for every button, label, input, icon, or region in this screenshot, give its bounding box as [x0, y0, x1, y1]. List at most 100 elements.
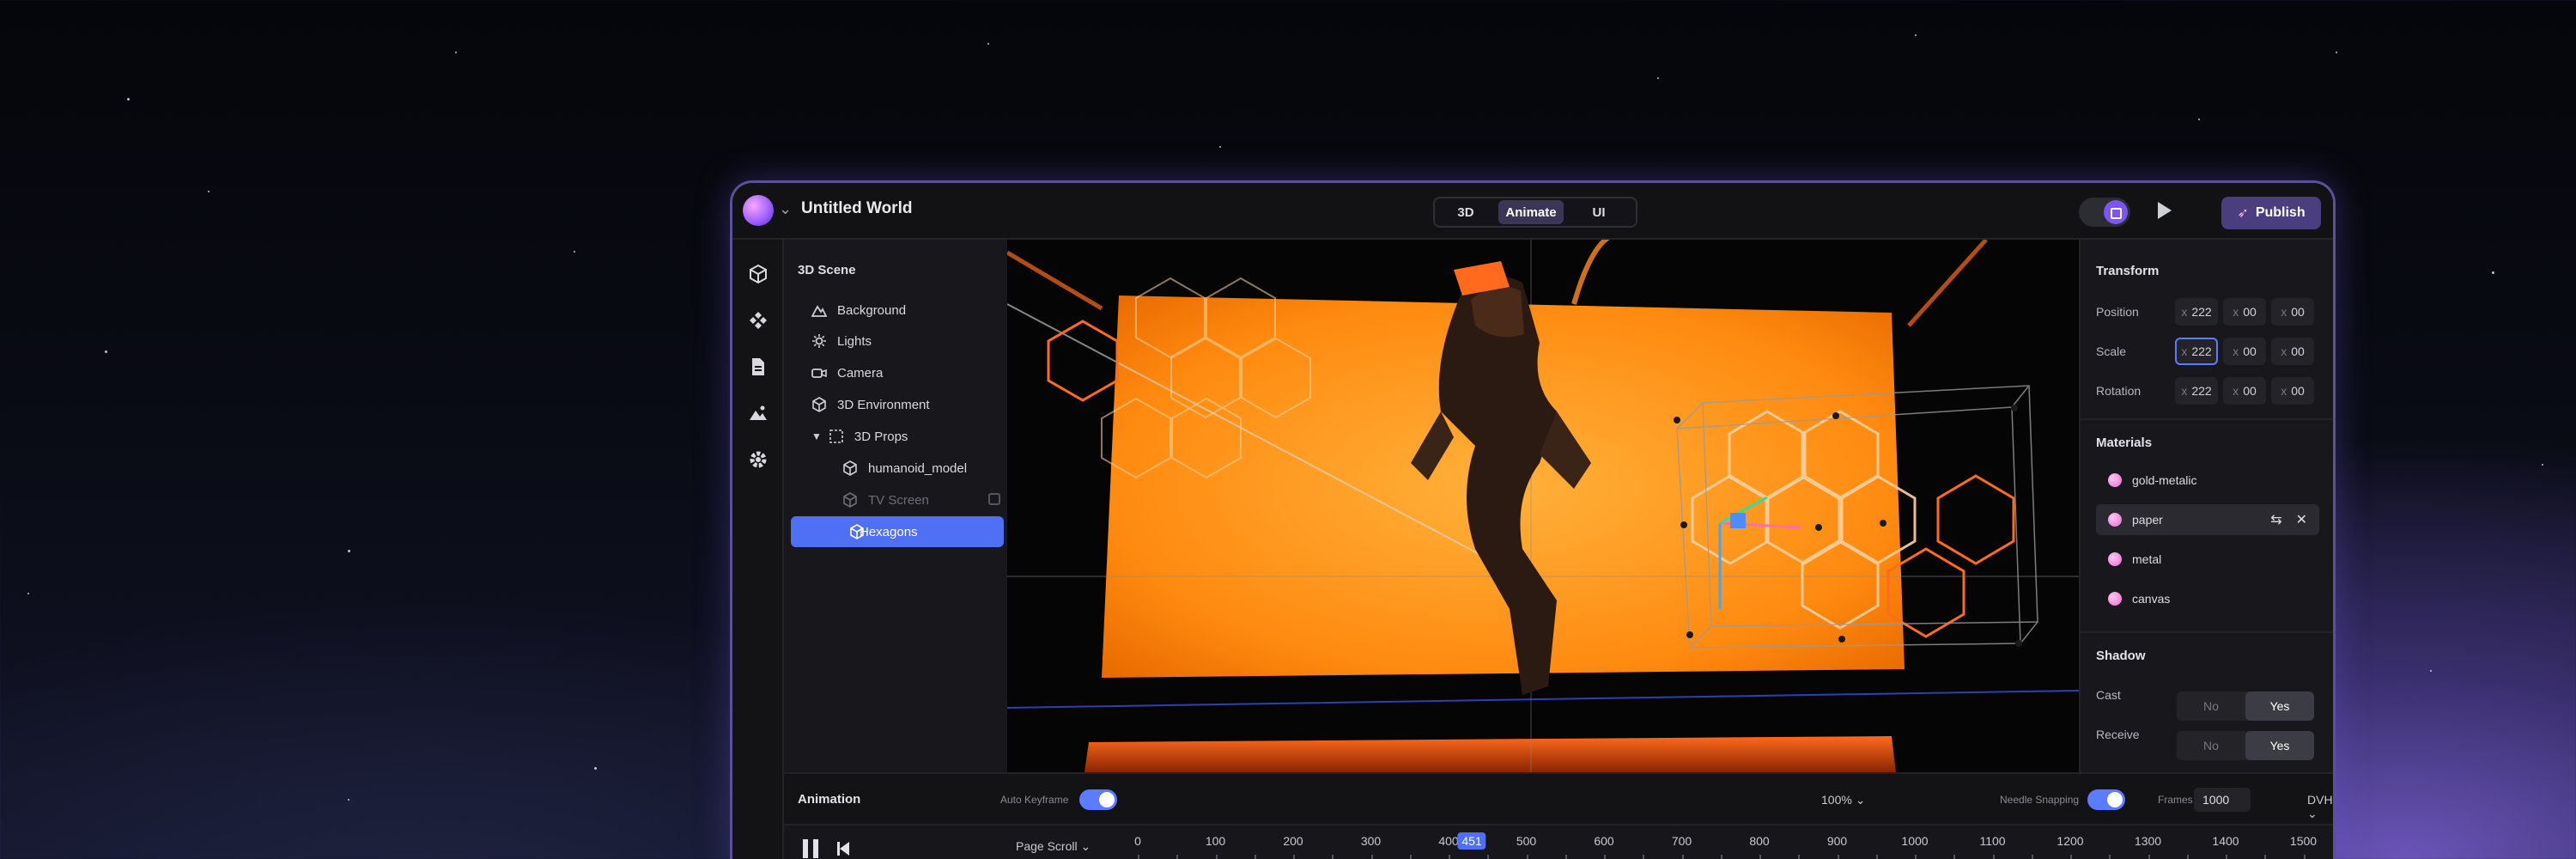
receive-no-option[interactable]: No	[2177, 731, 2245, 760]
close-icon[interactable]: ✕	[2296, 511, 2307, 528]
rotation-label: Rotation	[2096, 384, 2142, 398]
mode-animate-tab[interactable]: Animate	[1498, 200, 1564, 224]
tick-mark	[1720, 855, 1722, 859]
position-y-input[interactable]: x 00	[2223, 298, 2266, 326]
cube-icon[interactable]	[748, 264, 769, 284]
rotation-x-input[interactable]: x 222	[2175, 377, 2218, 405]
needle-snapping-toggle[interactable]	[2087, 789, 2125, 810]
pause-button[interactable]	[803, 839, 818, 858]
cast-yes-option[interactable]: Yes	[2245, 691, 2314, 721]
cast-shadow-toggle: No Yes	[2177, 691, 2314, 721]
tick-label: 1000	[1901, 834, 1929, 848]
skip-back-icon[interactable]	[837, 841, 849, 856]
frames-input[interactable]: 1000	[2194, 788, 2251, 812]
components-icon[interactable]	[748, 310, 769, 331]
tick-mark	[2264, 855, 2267, 859]
chevron-down-icon: ⌄	[1855, 793, 1866, 807]
scale-z-input[interactable]: x 00	[2271, 338, 2314, 365]
receive-yes-option[interactable]: Yes	[2245, 731, 2314, 760]
tree-item-label: TV Screen	[868, 492, 929, 508]
scale-y-input[interactable]: x 00	[2223, 338, 2266, 365]
group-icon	[829, 430, 843, 443]
tick-label: 1100	[1979, 834, 2006, 848]
mode-ui-tab[interactable]: UI	[1569, 200, 1629, 224]
tick-mark	[2303, 855, 2306, 859]
gear-icon[interactable]	[748, 449, 769, 470]
left-tool-rail	[732, 240, 784, 859]
project-title[interactable]: Untitled World	[801, 199, 912, 218]
scale-x-input[interactable]: x 222	[2175, 338, 2218, 365]
cube-icon	[850, 524, 864, 539]
chevron-down-icon: ⌄	[1080, 839, 1091, 853]
receive-shadow-toggle: No Yes	[2177, 731, 2314, 760]
material-canvas[interactable]: canvas	[2096, 583, 2319, 614]
tree-item-lights[interactable]: Lights	[811, 326, 872, 356]
tree-item-tv-screen[interactable]: TV Screen	[842, 484, 1024, 515]
cast-no-option[interactable]: No	[2177, 691, 2245, 721]
tree-item-hexagons[interactable]: Hexagons	[791, 516, 1004, 547]
image-icon[interactable]	[748, 403, 769, 423]
zoom-select[interactable]: 100% ⌄	[1821, 793, 1865, 807]
position-x-input[interactable]: x 222	[2175, 298, 2218, 326]
tree-item-background[interactable]: Background	[811, 295, 906, 326]
tick-mark	[1254, 855, 1256, 859]
tick-label: 500	[1516, 834, 1537, 848]
app-logo-icon[interactable]	[743, 195, 774, 226]
shadow-header: Shadow	[2096, 649, 2146, 663]
animation-header: Animation	[798, 792, 861, 807]
tick-mark	[1643, 855, 1645, 859]
playhead[interactable]: 451	[1457, 832, 1486, 850]
page-icon[interactable]	[748, 356, 769, 377]
tick-mark	[1604, 855, 1606, 859]
material-paper[interactable]: paper ⇆ ✕	[2096, 504, 2319, 535]
tick-mark	[2070, 855, 2072, 859]
unit-select[interactable]: DVH ⌄	[2307, 793, 2333, 821]
play-preview-button[interactable]	[2158, 202, 2172, 219]
caret-down-icon[interactable]: ▼	[811, 430, 822, 442]
position-z-input[interactable]: x 00	[2271, 298, 2314, 326]
record-toggle[interactable]	[2079, 198, 2130, 227]
material-swatch-icon	[2108, 592, 2122, 606]
publish-button[interactable]: ➶ Publish	[2221, 197, 2321, 229]
sun-icon	[812, 334, 826, 348]
tree-item-label: Lights	[837, 333, 872, 349]
tick-mark	[1681, 855, 1684, 859]
auto-keyframe-toggle[interactable]	[1079, 789, 1117, 810]
swap-icon[interactable]: ⇆	[2270, 511, 2281, 528]
page-scroll-select[interactable]: Page Scroll ⌄	[1016, 839, 1091, 854]
tick-mark	[1332, 855, 1334, 859]
tick-mark	[1798, 855, 1801, 859]
tick-mark	[1370, 855, 1373, 859]
divider	[2081, 631, 2333, 633]
tick-label: 600	[1594, 834, 1614, 848]
tick-mark	[2109, 855, 2111, 859]
material-gold-metalic[interactable]: gold-metalic	[2096, 465, 2319, 496]
rotation-y-input[interactable]: x 00	[2223, 377, 2266, 405]
cube-icon	[843, 492, 857, 508]
tree-item-3d-environment[interactable]: 3D Environment	[811, 389, 930, 420]
3d-viewport[interactable]	[1007, 240, 2079, 772]
needle-snapping-label: Needle Snapping	[2000, 794, 2080, 806]
publish-label: Publish	[2255, 205, 2306, 220]
lock-icon[interactable]	[988, 493, 1000, 505]
tick-mark	[1915, 855, 1917, 859]
scene-header: 3D Scene	[798, 263, 856, 277]
tree-item-3d-props[interactable]: ▼ 3D Props	[811, 421, 908, 452]
tree-item-label: Hexagons	[860, 524, 918, 539]
rocket-icon: ➶	[2237, 206, 2249, 221]
tick-mark	[1215, 855, 1218, 859]
chevron-down-icon[interactable]: ⌄	[779, 200, 792, 218]
frames-label: Frames	[2158, 794, 2193, 806]
timeline-ruler[interactable]: Page Scroll ⌄ 0 100 200 300 400 500 600 700 800 9…	[784, 824, 2333, 859]
tick-label: 700	[1671, 834, 1692, 848]
transform-header: Transform	[2096, 264, 2160, 278]
material-metal[interactable]: metal	[2096, 544, 2319, 575]
tick-mark	[2226, 855, 2227, 859]
tree-item-camera[interactable]: Camera	[811, 357, 883, 388]
tick-label: 100	[1205, 834, 1226, 848]
tick-mark	[1293, 855, 1295, 859]
tree-item-humanoid-model[interactable]: humanoid_model	[842, 453, 967, 484]
rotation-z-input[interactable]: x 00	[2271, 377, 2314, 405]
position-label: Position	[2096, 305, 2139, 319]
mode-3d-tab[interactable]: 3D	[1438, 200, 1493, 224]
